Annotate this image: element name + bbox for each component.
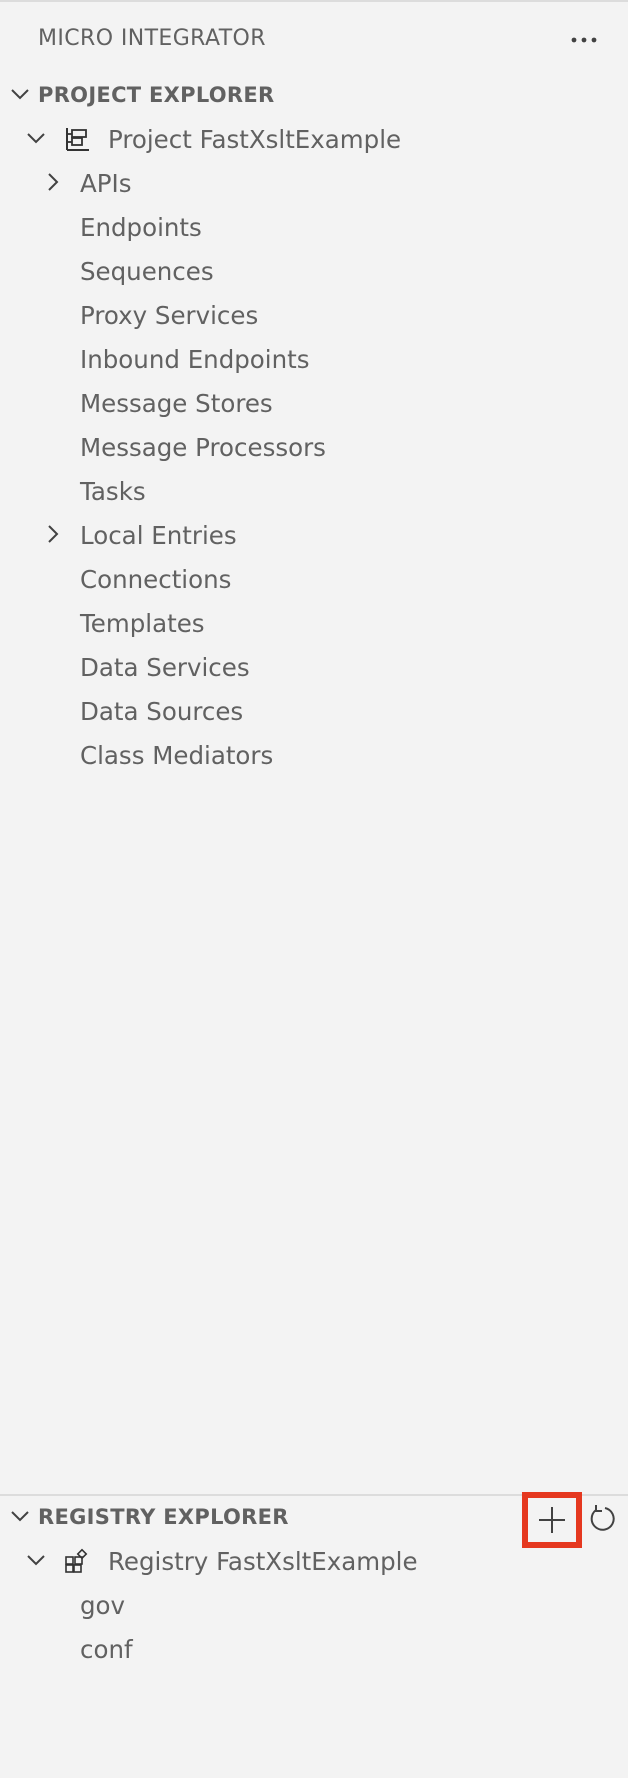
view-header: MICRO INTEGRATOR [0,2,628,72]
registry-root-item[interactable]: Registry FastXsltExample [0,1538,628,1582]
tree-item-message-processors[interactable]: Message Processors [0,424,628,468]
chevron-down-icon [24,126,48,150]
project-explorer-title: PROJECT EXPLORER [38,83,275,107]
project-root-item[interactable]: Project FastXsltExample [0,116,628,160]
tree-item-label: Local Entries [80,521,237,550]
ellipsis-icon [570,36,598,44]
project-structure-icon [64,126,90,152]
tree-item-tasks[interactable]: Tasks [0,468,628,512]
tree-item-sequences[interactable]: Sequences [0,248,628,292]
tree-item-local-entries[interactable]: Local Entries [0,512,628,556]
chevron-down-icon [8,82,32,106]
tree-item-label: conf [80,1635,133,1664]
tree-item-templates[interactable]: Templates [0,600,628,644]
chevron-down-icon [8,1504,32,1528]
tree-item-message-stores[interactable]: Message Stores [0,380,628,424]
tree-item-apis[interactable]: APIs [0,160,628,204]
tree-item-data-services[interactable]: Data Services [0,644,628,688]
refresh-icon [588,1504,618,1534]
tree-item-label: Endpoints [80,213,202,242]
tree-item-connections[interactable]: Connections [0,556,628,600]
registry-item-gov[interactable]: gov [0,1582,628,1626]
project-root-label: Project FastXsltExample [108,125,402,154]
refresh-registry-button[interactable] [584,1500,622,1538]
tree-item-inbound-endpoints[interactable]: Inbound Endpoints [0,336,628,380]
tree-item-label: Connections [80,565,232,594]
tree-item-class-mediators[interactable]: Class Mediators [0,732,628,776]
tree-item-data-sources[interactable]: Data Sources [0,688,628,732]
chevron-right-icon [41,170,65,194]
plus-icon [537,1505,567,1535]
view-title: MICRO INTEGRATOR [38,26,266,51]
tree-item-label: Message Processors [80,433,326,462]
tree-item-label: Class Mediators [80,741,274,770]
tree-item-label: gov [80,1591,126,1620]
registry-item-conf[interactable]: conf [0,1626,628,1670]
chevron-down-icon [24,1548,48,1572]
tree-item-label: Sequences [80,257,214,286]
tree-item-label: Data Sources [80,697,244,726]
tree-item-label: APIs [80,169,132,198]
registry-icon [64,1548,90,1574]
more-actions-button[interactable] [562,22,606,58]
tree-item-label: Data Services [80,653,250,682]
project-explorer-header[interactable]: PROJECT EXPLORER [0,72,628,116]
tree-item-label: Message Stores [80,389,273,418]
tree-item-label: Proxy Services [80,301,259,330]
tree-item-label: Templates [80,609,205,638]
tree-item-label: Tasks [80,477,146,506]
chevron-right-icon [41,522,65,546]
tree-item-label: Inbound Endpoints [80,345,310,374]
registry-explorer-title: REGISTRY EXPLORER [38,1505,289,1529]
registry-root-label: Registry FastXsltExample [108,1547,418,1576]
tree-item-endpoints[interactable]: Endpoints [0,204,628,248]
tree-item-proxy-services[interactable]: Proxy Services [0,292,628,336]
